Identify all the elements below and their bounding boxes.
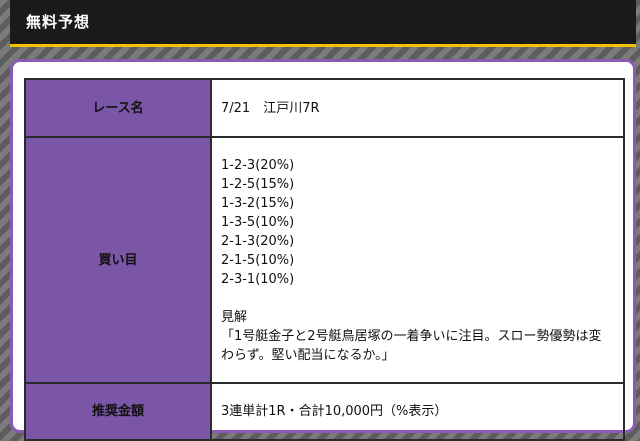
bet-item: 1-3-2(15%) xyxy=(221,195,295,211)
table-row-race: レース名 7/21 江戸川7R xyxy=(24,78,625,138)
bet-item: 1-2-3(20%) xyxy=(221,157,295,173)
race-name-label: レース名 xyxy=(24,78,212,138)
table-row-amount: 推奨金額 3連単計1R・合計10,000円（%表示） xyxy=(24,382,625,441)
bet-item: 2-3-1(10%) xyxy=(221,271,295,287)
bet-item: 1-3-5(10%) xyxy=(221,214,295,230)
race-name-value: 7/21 江戸川7R xyxy=(210,78,625,138)
bets-label: 買い目 xyxy=(24,136,212,384)
opinion-title: 見解 xyxy=(221,309,248,325)
amount-label: 推奨金額 xyxy=(24,382,212,441)
opinion-text: 「1号艇金子と2号艇鳥居塚の一着争いに注目。スロー勢優勢は変わらず。堅い配当にな… xyxy=(221,328,602,363)
bet-item: 2-1-3(20%) xyxy=(221,233,295,249)
amount-value: 3連単計1R・合計10,000円（%表示） xyxy=(210,382,625,441)
bet-item: 2-1-5(10%) xyxy=(221,252,295,268)
section-title: 無料予想 xyxy=(26,13,91,31)
section-header: 無料予想 xyxy=(10,0,636,47)
bets-value: 1-2-3(20%) 1-2-5(15%) 1-3-2(15%) 1-3-5(1… xyxy=(210,136,625,384)
prediction-card: レース名 7/21 江戸川7R 買い目 1-2-3(20%) 1-2-5(15%… xyxy=(10,59,636,441)
bet-item: 1-2-5(15%) xyxy=(221,176,295,192)
table-row-bets: 買い目 1-2-3(20%) 1-2-5(15%) 1-3-2(15%) 1-3… xyxy=(24,136,625,384)
prediction-table: レース名 7/21 江戸川7R 買い目 1-2-3(20%) 1-2-5(15%… xyxy=(24,78,625,441)
